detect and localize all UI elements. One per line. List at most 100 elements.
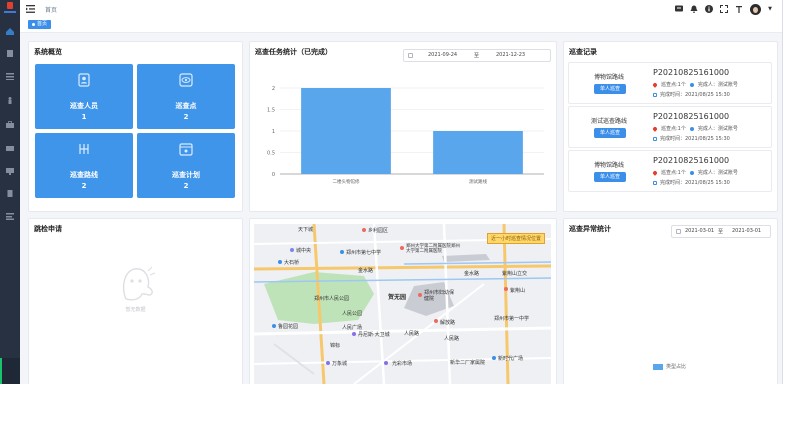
map-label: 新华二厂家属院 [450, 360, 486, 366]
tile-staff[interactable]: 巡查人员 1 [35, 64, 133, 129]
person-icon [689, 126, 694, 131]
record-item[interactable]: 测试巡查路线 单人巡查 P20210825161000 巡查点:1个 完成人：测试… [568, 106, 772, 148]
abnormal-date-range[interactable]: 2021-03-01 至 2021-03-01 [671, 225, 771, 238]
x-tick-label: 二楼头物馆修 [333, 178, 360, 185]
monitor-icon[interactable] [6, 168, 14, 175]
task-date-end[interactable]: 2021-12-23 [496, 52, 525, 58]
topbar: 首页 ▼ [20, 0, 782, 19]
record-time-row: 完成时间：2021/08/25 15:30 [653, 91, 730, 98]
task-date-sep: 至 [474, 53, 480, 59]
tile-routes[interactable]: 巡查路线 2 [35, 133, 133, 198]
tile-plans[interactable]: 巡查计划 2 [137, 133, 235, 198]
map-card: 天下城 乡利园区 城中央 郑州市第七中学 郑州大学第二附属医院郑州大学第二附属医… [249, 218, 557, 384]
map-label: 郑州大学第二附属医院郑州大学第二附属医院 [406, 244, 460, 254]
sidebar-active-item[interactable] [0, 358, 20, 384]
record-time-row: 完成时间：2021/08/25 15:30 [653, 135, 730, 142]
poi-marker[interactable] [326, 361, 330, 365]
home-icon[interactable] [6, 28, 14, 35]
abnormal-title: 巡查异常统计 [569, 225, 611, 233]
map-label: 天下城 [298, 227, 314, 233]
tile-points[interactable]: 巡查点 2 [137, 64, 235, 129]
poi-marker[interactable] [400, 246, 404, 250]
overview-card: 系统概览 巡查人员 1 巡查点 2 巡查路线 2 巡查计划 2 [28, 41, 243, 212]
fullscreen-icon[interactable] [720, 5, 729, 13]
record-code: P20210825161000 [653, 68, 730, 77]
poi-marker[interactable] [290, 248, 294, 252]
record-time: 完成时间：2021/08/25 15:30 [660, 180, 730, 186]
map-label: 郑州市第一中学 [494, 316, 530, 322]
y-tick-label: 2 [272, 86, 275, 92]
poi-marker[interactable] [434, 319, 438, 323]
map-label: 郑州市第七中学 [346, 250, 382, 256]
record-route-name: 博物馆路线 [593, 162, 624, 169]
y-tick-label: 1 [272, 129, 275, 135]
menu-toggle-icon[interactable] [26, 5, 35, 13]
tile-value: 1 [81, 113, 87, 121]
map-label: 城中央 [296, 248, 312, 254]
empty-ghost-icon [112, 261, 156, 303]
y-tick-label: 0 [272, 172, 275, 178]
message-icon[interactable] [675, 5, 684, 13]
book-icon[interactable] [6, 50, 14, 57]
record-type-button[interactable]: 单人巡查 [594, 172, 626, 182]
tab-home[interactable]: 首页 [28, 20, 52, 29]
briefcase-icon[interactable] [6, 121, 14, 128]
record-type-button[interactable]: 单人巡查 [594, 128, 626, 138]
records-title: 巡查记录 [569, 48, 597, 56]
bell-icon[interactable] [690, 5, 698, 13]
info-icon[interactable] [705, 5, 714, 13]
record-item[interactable]: 博物馆路线 单人巡查 P20210825161000 巡查点:1个 完成人：测试账… [568, 62, 772, 104]
map-label: 紫荆山 [510, 288, 526, 294]
poi-marker[interactable] [272, 324, 276, 328]
chevron-down-icon[interactable]: ▼ [768, 6, 772, 12]
map-badge[interactable]: 近一小时巡查情况位置 [487, 233, 546, 244]
poi-marker[interactable] [362, 228, 366, 232]
card-icon[interactable] [6, 145, 14, 152]
poi-marker[interactable] [278, 260, 282, 264]
logo [4, 2, 16, 16]
poi-marker[interactable] [352, 332, 356, 336]
task-chart-title: 巡查任务统计（已完成） [255, 48, 332, 56]
record-person: 完成人：测试账号 [697, 170, 738, 176]
map-label: 万象城 [332, 361, 348, 367]
map-view[interactable]: 天下城 乡利园区 城中央 郑州市第七中学 郑州大学第二附属医院郑州大学第二附属医… [254, 224, 551, 384]
abnormal-date-end[interactable]: 2021-03-01 [732, 228, 761, 234]
map-label: 金水路 [358, 268, 374, 274]
user-walk-icon[interactable] [6, 97, 14, 104]
x-tick-label: 测试路线 [469, 178, 487, 185]
font-size-icon[interactable] [735, 5, 743, 13]
poi-marker[interactable] [418, 293, 422, 297]
record-time: 完成时间：2021/08/25 15:30 [660, 92, 730, 98]
breadcrumb[interactable]: 首页 [45, 5, 57, 14]
calendar-icon [653, 180, 657, 185]
record-type-button[interactable]: 单人巡查 [594, 84, 626, 94]
document-icon[interactable] [6, 190, 14, 197]
abnormal-date-start[interactable]: 2021-03-01 [685, 228, 714, 234]
inspection-card: 跳检申请 暂无数据 [28, 218, 243, 384]
map-label: 人民广场 [342, 325, 363, 331]
location-pin-icon [652, 125, 658, 132]
record-person: 完成人：测试账号 [697, 126, 738, 132]
map-label: 鲁园花园 [278, 324, 299, 330]
poi-marker[interactable] [492, 356, 496, 360]
task-date-start[interactable]: 2021-09-24 [428, 52, 457, 58]
poi-marker[interactable] [384, 361, 388, 365]
map-label: 大石桥 [284, 260, 300, 266]
record-time: 完成时间：2021/08/25 15:30 [660, 136, 730, 142]
person-icon [689, 82, 694, 87]
list-icon[interactable] [6, 73, 14, 80]
record-meta: 巡查点:1个 完成人：测试账号 [652, 125, 738, 132]
tile-label: 巡查路线 [70, 171, 98, 179]
settings-list-icon[interactable] [6, 213, 14, 220]
poi-marker[interactable] [340, 250, 344, 254]
record-time-row: 完成时间：2021/08/25 15:30 [653, 179, 730, 186]
record-item[interactable]: 博物馆路线 单人巡查 P20210825161000 巡查点:1个 完成人：测试账… [568, 150, 772, 192]
calendar-icon [676, 229, 681, 234]
map-label: 新时代广场 [498, 356, 524, 362]
poi-marker[interactable] [504, 287, 508, 291]
tile-label: 巡查人员 [70, 102, 98, 110]
record-meta: 巡查点:1个 完成人：测试账号 [652, 169, 738, 176]
abnormal-legend[interactable]: 类型占比 [653, 363, 686, 370]
avatar[interactable] [750, 3, 762, 15]
calendar-icon [408, 53, 413, 58]
